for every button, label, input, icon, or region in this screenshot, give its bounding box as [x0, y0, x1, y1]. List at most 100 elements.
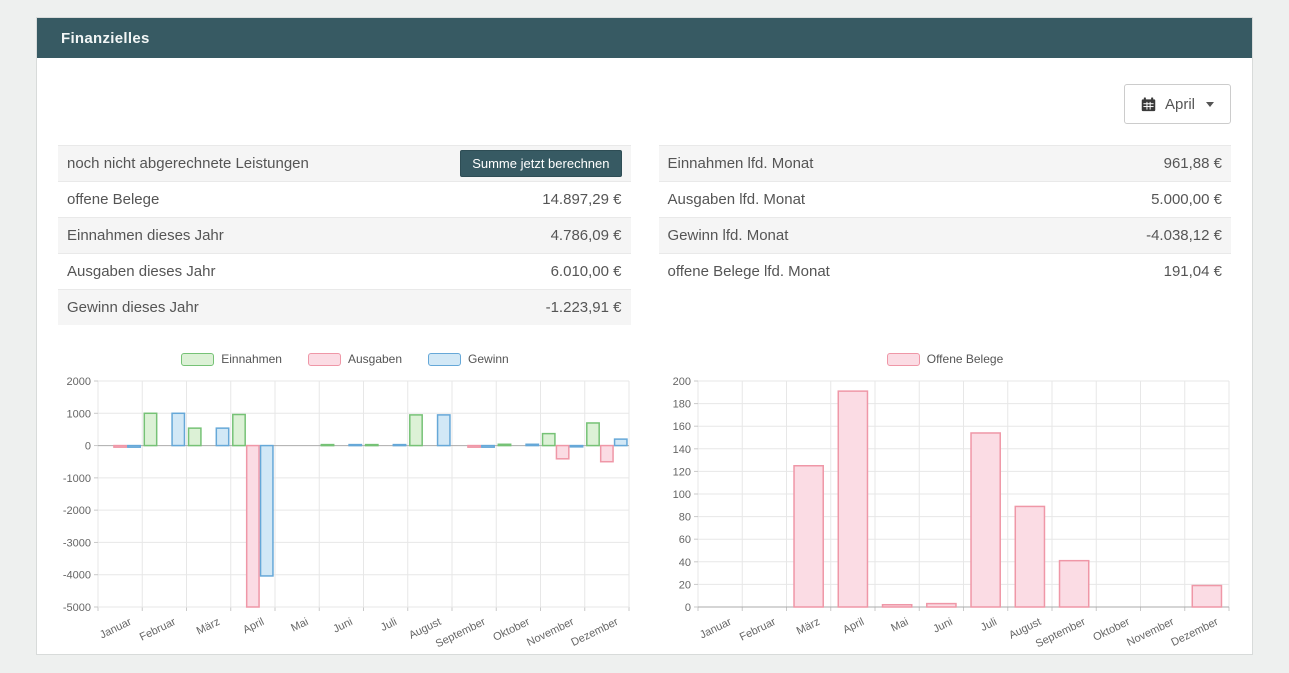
bar-ausgaben	[556, 446, 568, 459]
bar-offene-belege	[1015, 506, 1044, 607]
summary-label: noch nicht abgerechnete Leistungen	[67, 155, 309, 172]
bar-offene-belege	[1060, 561, 1089, 607]
legend-label: Gewinn	[468, 352, 509, 366]
legend-item[interactable]: Gewinn	[428, 352, 509, 366]
month-label: April	[1165, 96, 1195, 113]
bar-gewinn	[526, 444, 538, 445]
svg-text:Februar: Februar	[738, 616, 778, 644]
bar-einnahmen	[321, 445, 333, 446]
svg-text:Dezember: Dezember	[1169, 616, 1220, 649]
svg-text:80: 80	[679, 512, 691, 524]
legend-label: Offene Belege	[927, 352, 1004, 366]
bar-gewinn	[261, 446, 273, 576]
bar-einnahmen	[410, 415, 422, 446]
svg-text:40: 40	[679, 557, 691, 569]
bar-gewinn	[482, 446, 494, 448]
svg-text:60: 60	[679, 534, 691, 546]
table-row: Ausgaben dieses Jahr6.010,00 €	[58, 253, 631, 289]
panel-title: Finanzielles	[61, 30, 150, 47]
year-chart-legend: Einnahmen Ausgaben Gewinn	[58, 349, 632, 369]
svg-text:0: 0	[85, 441, 91, 453]
chevron-down-icon	[1206, 102, 1214, 107]
year-summary-table: noch nicht abgerechnete Leistungen Summe …	[58, 145, 631, 325]
svg-text:März: März	[195, 616, 222, 638]
bar-offene-belege	[838, 391, 867, 607]
legend-label: Einnahmen	[221, 352, 282, 366]
summary-value: -1.223,91 €	[546, 299, 622, 316]
open-invoices-legend: Offene Belege	[658, 349, 1232, 369]
summary-value: 5.000,00 €	[1151, 191, 1222, 208]
svg-text:-2000: -2000	[63, 505, 91, 517]
bar-gewinn	[172, 413, 184, 445]
svg-text:November: November	[1125, 616, 1176, 649]
svg-text:September: September	[434, 616, 488, 651]
svg-text:180: 180	[673, 399, 691, 411]
legend-swatch	[428, 353, 461, 366]
table-row: offene Belege lfd. Monat191,04 €	[659, 253, 1232, 289]
bar-gewinn	[216, 428, 228, 445]
summary-label: Ausgaben dieses Jahr	[67, 263, 215, 280]
bar-einnahmen	[498, 444, 510, 445]
bar-offene-belege	[1192, 586, 1221, 607]
svg-text:September: September	[1034, 616, 1088, 651]
bar-offene-belege	[794, 466, 823, 607]
bar-ausgaben	[114, 446, 126, 448]
bar-einnahmen	[189, 428, 201, 445]
svg-text:120: 120	[673, 466, 691, 478]
open-invoices-bar-chart-canvas: 020406080100120140160180200JanuarFebruar…	[658, 373, 1232, 653]
svg-text:November: November	[525, 616, 576, 649]
legend-item[interactable]: Offene Belege	[887, 352, 1004, 366]
summary-label: Ausgaben lfd. Monat	[668, 191, 806, 208]
summary-label: Einnahmen lfd. Monat	[668, 155, 814, 172]
bar-ausgaben	[601, 446, 613, 462]
svg-text:20: 20	[679, 579, 691, 591]
summary-label: Gewinn dieses Jahr	[67, 299, 199, 316]
svg-text:0: 0	[685, 602, 691, 614]
bar-ausgaben	[468, 446, 480, 448]
table-row: Gewinn dieses Jahr -1.223,91 €	[58, 289, 631, 325]
legend-label: Ausgaben	[348, 352, 402, 366]
svg-text:April: April	[241, 616, 266, 636]
svg-text:Juni: Juni	[931, 616, 954, 636]
svg-text:Mai: Mai	[889, 616, 910, 635]
svg-text:Januar: Januar	[698, 616, 734, 642]
summary-value: 191,04 €	[1164, 263, 1222, 280]
toolbar: April	[58, 84, 1231, 124]
bar-gewinn	[570, 446, 582, 447]
bar-ausgaben	[247, 446, 259, 607]
legend-item[interactable]: Ausgaben	[308, 352, 402, 366]
table-row: Einnahmen dieses Jahr4.786,09 €	[58, 217, 631, 253]
svg-text:2000: 2000	[67, 376, 91, 388]
table-row: Einnahmen lfd. Monat961,88 €	[659, 145, 1232, 181]
open-invoices-chart: Offene Belege 02040608010012014016018020…	[658, 349, 1232, 658]
svg-text:Mai: Mai	[289, 616, 310, 635]
bar-gewinn	[393, 445, 405, 446]
finanzielles-panel: Finanzielles	[36, 17, 1253, 655]
svg-text:Dezember: Dezember	[569, 616, 620, 649]
charts-row: EinnahmenAusgabenGewinn -5000-4000-3000-…	[58, 349, 1231, 658]
month-dropdown-button[interactable]: April	[1124, 84, 1231, 124]
bar-einnahmen	[233, 415, 245, 446]
summary-label: Gewinn lfd. Monat	[668, 227, 789, 244]
table-row: offene Belege14.897,29 €	[58, 181, 631, 217]
legend-swatch	[887, 353, 920, 366]
year-chart: EinnahmenAusgabenGewinn -5000-4000-3000-…	[58, 349, 632, 658]
svg-text:Januar: Januar	[98, 616, 134, 642]
svg-text:März: März	[795, 616, 822, 638]
bar-einnahmen	[587, 423, 599, 446]
svg-text:100: 100	[673, 489, 691, 501]
bar-offene-belege	[883, 605, 912, 607]
bar-offene-belege	[927, 604, 956, 607]
bar-gewinn	[128, 446, 140, 448]
summary-label: offene Belege	[67, 191, 159, 208]
svg-text:140: 140	[673, 444, 691, 456]
legend-item[interactable]: Einnahmen	[181, 352, 282, 366]
svg-text:Juli: Juli	[979, 616, 999, 634]
table-row: Ausgaben lfd. Monat 5.000,00 €	[659, 181, 1232, 217]
summe-berechnen-button[interactable]: Summe jetzt berechnen	[460, 150, 621, 177]
bar-gewinn	[438, 415, 450, 446]
panel-header: Finanzielles	[37, 18, 1252, 58]
svg-text:-5000: -5000	[63, 602, 91, 614]
legend-swatch	[181, 353, 214, 366]
bar-offene-belege	[971, 433, 1000, 607]
